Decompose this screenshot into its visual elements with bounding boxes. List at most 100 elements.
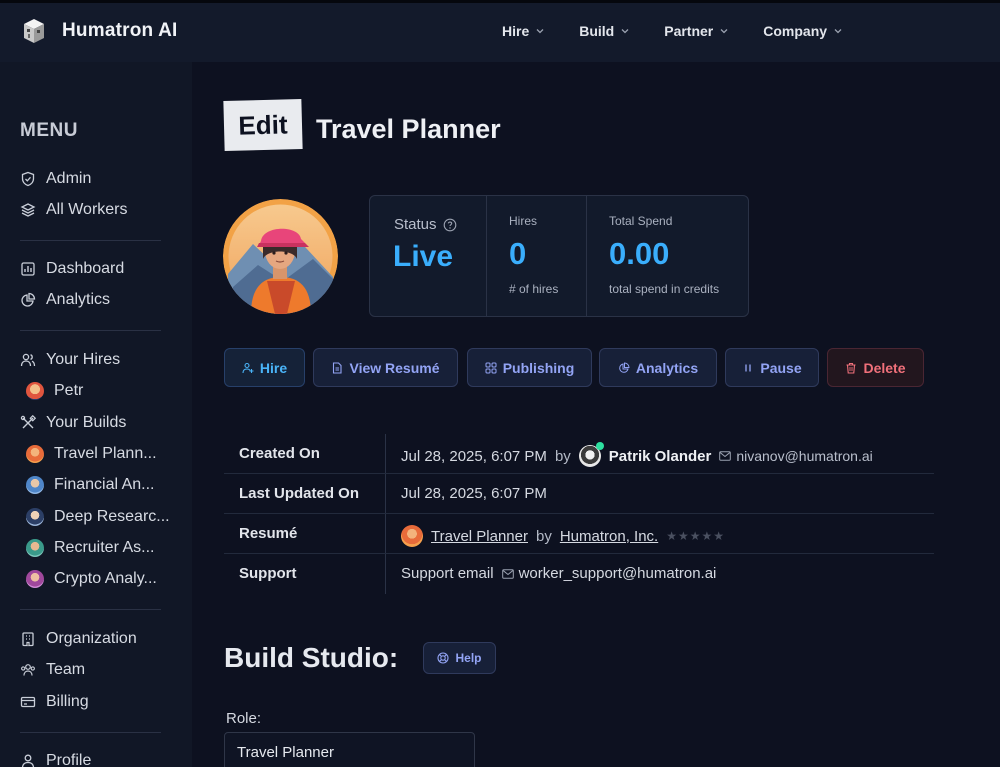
last-updated-date: Jul 28, 2025, 6:07 PM [401,485,547,502]
sidebar-divider [20,732,161,733]
sidebar-item-label: Analytics [46,291,111,308]
sidebar-item-recruiter-assistant[interactable]: Recruiter As... [26,539,154,557]
view-resume-button[interactable]: View Resumé [313,348,458,387]
stats-divider [486,196,487,316]
company-link[interactable]: Humatron, Inc. [560,528,658,545]
hire-button[interactable]: Hire [224,348,305,387]
chevron-down-icon [834,29,842,34]
creator-email[interactable]: nivanov@humatron.ai [719,448,873,464]
edit-badge: Edit [223,98,303,152]
menu-title: MENU [20,120,78,141]
sidebar-item-financial-analyst[interactable]: Financial An... [26,476,155,494]
shield-icon [21,171,35,187]
hire-button-label: Hire [259,359,288,376]
publishing-button[interactable]: Publishing [467,348,592,387]
lifebuoy-icon [437,652,450,664]
nav-hire-label: Hire [502,23,530,39]
sidebar-item-label: Admin [46,170,92,187]
sidebar-item-dashboard[interactable]: Dashboard [20,260,124,278]
help-circle-icon[interactable] [443,218,457,232]
sidebar-item-team[interactable]: Team [20,661,85,679]
team-icon [21,664,35,676]
sidebar-item-admin[interactable]: Admin [20,170,91,188]
delete-button-label: Delete [863,359,906,376]
chevron-down-icon [720,29,728,34]
hires-label: Hires [509,214,538,228]
grid-icon [485,362,497,373]
pie-chart-icon [21,292,36,307]
publishing-button-label: Publishing [502,359,575,376]
top-nav-menu: Hire Build Partner Company [502,23,843,39]
sidebar-item-label: Profile [46,752,92,767]
nav-hire[interactable]: Hire [502,23,545,39]
nav-partner[interactable]: Partner [664,23,729,39]
brand-name: Humatron AI [62,20,178,41]
layers-icon [20,203,36,217]
resume-label: Resumé [239,525,298,542]
creator-email-text: nivanov@humatron.ai [736,448,873,464]
analytics-button-label: Analytics [635,359,699,376]
support-label: Support [239,565,297,582]
sidebar-item-analytics[interactable]: Analytics [20,291,110,309]
mail-icon [719,451,732,461]
sidebar-item-label: Billing [46,693,89,710]
support-email-text: worker_support@humatron.ai [518,565,717,582]
chevron-down-icon [621,29,629,34]
bar-chart-icon [21,262,35,276]
sidebar-item-billing[interactable]: Billing [20,693,89,711]
creator-name[interactable]: Patrik Olander [609,448,712,465]
sidebar-item-label: Recruiter As... [54,539,155,556]
delete-button[interactable]: Delete [827,348,924,387]
sidebar-item-organization[interactable]: Organization [20,630,137,648]
building-icon [22,632,34,647]
sidebar-item-petr[interactable]: Petr [26,382,83,400]
users-icon [20,353,36,367]
sidebar-item-your-hires[interactable]: Your Hires [20,351,120,369]
main-content: Edit Travel Planner Status Live Hires 0 … [192,62,1000,767]
hires-value: 0 [509,236,527,271]
spend-label: Total Spend [609,214,673,228]
sidebar-item-all-workers[interactable]: All Workers [20,201,128,219]
status-label: Status [394,216,457,233]
table-row-support: Support Support email worker_support@hum… [224,554,934,594]
hires-caption: # of hires [509,282,559,296]
analytics-button[interactable]: Analytics [599,348,717,387]
sidebar-item-label: Petr [54,382,84,399]
pause-button[interactable]: Pause [725,348,819,387]
sidebar-item-crypto-analyst[interactable]: Crypto Analy... [26,570,157,588]
pause-icon [745,364,752,371]
sidebar-divider [20,330,161,331]
brand[interactable]: Humatron AI [20,17,178,45]
role-input[interactable] [224,732,475,767]
sidebar-item-label: Organization [46,630,137,647]
sidebar-item-profile[interactable]: Profile [20,752,91,767]
nav-build[interactable]: Build [579,23,630,39]
worker-avatar [223,199,338,314]
stats-card: Status Live Hires 0 # of hires Total Spe… [369,195,749,317]
tools-icon [20,415,36,429]
sidebar-item-label: All Workers [46,201,128,218]
sidebar-item-your-builds[interactable]: Your Builds [20,414,126,432]
nav-build-label: Build [579,23,615,39]
sidebar-item-label: Travel Plann... [54,445,157,462]
last-updated-value: Jul 28, 2025, 6:07 PM [401,485,547,502]
avatar [26,508,44,526]
avatar [26,476,44,494]
resume-link[interactable]: Travel Planner [431,528,528,545]
support-email[interactable]: worker_support@humatron.ai [501,565,717,582]
sidebar-item-travel-planner[interactable]: Travel Plann... [26,445,157,463]
help-button[interactable]: Help [423,642,496,674]
view-resume-button-label: View Resumé [349,359,440,376]
sidebar-item-label: Dashboard [46,260,125,277]
avatar [26,570,44,588]
nav-company[interactable]: Company [763,23,843,39]
help-button-label: Help [455,651,482,665]
rating-stars: ★★★★★ [666,529,726,543]
table-row-resume: Resumé Travel Planner by Humatron, Inc. … [224,514,934,554]
role-label: Role: [226,710,262,727]
sidebar-item-deep-research[interactable]: Deep Researc... [26,508,170,526]
sidebar-item-label: Financial An... [54,476,155,493]
avatar [26,382,44,400]
nav-company-label: Company [763,23,828,39]
by-label: by [536,527,552,545]
